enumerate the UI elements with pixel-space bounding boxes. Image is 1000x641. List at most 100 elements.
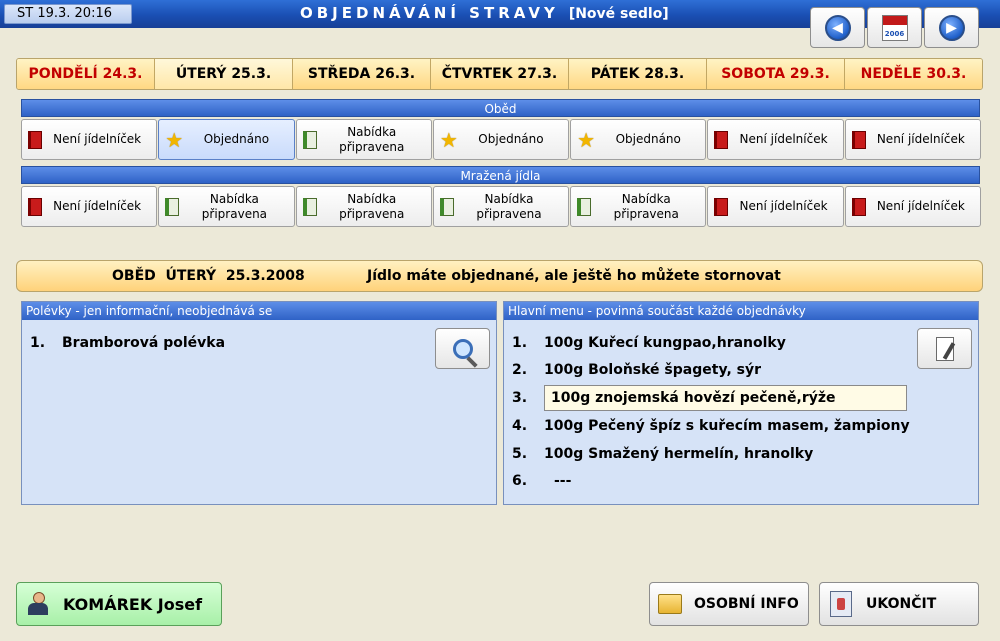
red-book-icon [28,197,42,216]
green-book-icon [302,130,317,149]
cell-label: Není jídelníček [53,199,142,213]
cell-label: Nabídka připravena [201,191,268,221]
list-item-selected[interactable]: 3. 100g znojemská hovězí pečeně,rýže [512,385,907,411]
cell-label: Není jídelníček [739,199,828,213]
banner-message: Jídlo máte objednané, ale ještě ho můžet… [367,268,781,284]
cell-label: Objednáno [615,132,681,146]
list-item[interactable]: 2. 100g Boloňské špagety, sýr [512,357,761,383]
personal-info-label: OSOBNÍ INFO [694,596,799,612]
location-subtitle: [Nové sedlo] [568,6,669,22]
document-pen-icon [935,336,954,361]
edit-order-button[interactable] [917,328,972,369]
day-tab[interactable]: ÚTERÝ 25.3. [155,59,293,89]
soups-panel: Polévky - jen informační, neobjednává se… [21,301,497,505]
star-icon: ★ [165,127,184,152]
cell-label: Nabídka připravena [613,191,679,221]
item-number: 5. [512,446,528,462]
exit-label: UKONČIT [866,596,937,612]
lunch-cell[interactable]: Nabídka připravena [295,119,432,160]
list-item[interactable]: 1. Bramborová polévka [30,330,225,356]
main-menu-panel: Hlavní menu - povinná součást každé obje… [503,301,979,505]
item-number: 3. [512,390,528,406]
soup-detail-button[interactable] [435,328,490,369]
frozen-cell[interactable]: Nabídka připravena [158,186,295,227]
lunch-cell[interactable]: Není jídelníček [707,119,844,160]
cell-label: Nabídka připravena [339,191,405,221]
item-text: 100g Kuřecí kungpao,hranolky [544,335,786,351]
day-tab[interactable]: STŘEDA 26.3. [293,59,431,89]
day-tab[interactable]: PONDĚLÍ 24.3. [17,59,155,89]
page-title: OBJEDNÁVÁNÍ STRAVY [Nové sedlo] [300,4,669,22]
item-number: 6. [512,473,528,489]
frozen-cell[interactable]: Není jídelníček [21,186,158,227]
item-number: 1. [30,335,46,351]
green-book-icon [165,197,180,216]
cell-label: Nabídka připravena [339,124,405,154]
next-week-button[interactable]: ▶ [924,7,979,48]
list-item[interactable]: 4. 100g Pečený špíz s kuřecím masem, žamp… [512,413,910,439]
list-item[interactable]: 5. 100g Smažený hermelín, hranolky [512,441,813,467]
exit-button[interactable]: UKONČIT [819,582,979,626]
lunch-section-header: Oběd [21,99,980,117]
list-item[interactable]: 1. 100g Kuřecí kungpao,hranolky [512,330,786,356]
red-book-icon [851,197,866,216]
frozen-cell[interactable]: Není jídelníček [844,186,981,227]
item-number: 2. [512,362,528,378]
cell-label: Objednáno [203,132,270,146]
user-button[interactable]: KOMÁREK Josef [16,582,222,626]
list-item[interactable]: 6. --- [512,468,571,494]
cell-label: Není jídelníček [739,132,828,146]
day-tabs: PONDĚLÍ 24.3. ÚTERÝ 25.3. STŘEDA 26.3. Č… [16,58,983,90]
item-text: 100g znojemská hovězí pečeně,rýže [544,385,907,411]
cell-label: Objednáno [478,132,544,146]
lunch-cell[interactable]: ★ Objednáno [158,119,295,160]
item-text: 100g Smažený hermelín, hranolky [544,446,814,462]
lunch-cell[interactable]: ★ Objednáno [570,119,707,160]
frozen-cell[interactable]: Nabídka připravena [432,186,570,227]
lunch-cell[interactable]: Není jídelníček [844,119,981,160]
red-book-icon [851,130,866,149]
lunch-row: Není jídelníček ★ Objednáno Nabídka připr… [21,119,981,160]
red-book-icon [714,197,729,216]
item-number: 1. [512,335,528,351]
day-tab[interactable]: PÁTEK 28.3. [569,59,707,89]
red-book-icon [714,130,729,149]
app-title: OBJEDNÁVÁNÍ STRAVY [300,4,559,22]
banner-date: OBĚD ÚTERÝ 25.3.2008 [112,268,305,284]
main-menu-panel-header: Hlavní menu - povinná součást každé obje… [504,302,978,320]
green-book-icon [439,197,454,216]
cell-label: Není jídelníček [876,199,965,213]
soups-panel-header: Polévky - jen informační, neobjednává se [22,302,496,320]
green-book-icon [577,197,592,216]
day-tab[interactable]: ČTVRTEK 27.3. [431,59,569,89]
item-text: --- [554,473,572,489]
frozen-cell[interactable]: Není jídelníček [707,186,844,227]
item-text: Bramborová polévka [62,335,226,351]
user-icon [27,592,49,616]
calendar-icon: 2006 [881,14,908,41]
previous-week-button[interactable]: ◀ [810,7,865,48]
item-number: 4. [512,418,528,434]
status-banner: OBĚD ÚTERÝ 25.3.2008 Jídlo máte objednan… [16,260,983,292]
frozen-cell[interactable]: Nabídka připravena [570,186,707,227]
lunch-cell[interactable]: Není jídelníček [21,119,158,160]
day-tab[interactable]: SOBOTA 29.3. [707,59,845,89]
frozen-cell[interactable]: Nabídka připravena [295,186,432,227]
frozen-row: Není jídelníček Nabídka připravena Nabíd… [21,186,981,227]
frozen-section-header: Mražená jídla [21,166,980,184]
clock: ST 19.3. 20:16 [4,4,132,24]
lunch-cell[interactable]: ★ Objednáno [432,119,570,160]
red-book-icon [28,130,42,149]
magnifier-icon [452,338,473,359]
day-tab[interactable]: NEDĚLE 30.3. [845,59,982,89]
user-name: KOMÁREK Josef [63,594,203,614]
green-book-icon [302,197,317,216]
item-text: 100g Pečený špíz s kuřecím masem, žampio… [544,418,910,434]
arrow-right-icon: ▶ [938,14,965,41]
personal-info-button[interactable]: OSOBNÍ INFO [649,582,809,626]
star-icon: ★ [439,127,458,152]
cell-label: Není jídelníček [53,132,142,146]
calendar-button[interactable]: 2006 [867,7,922,48]
arrow-left-icon: ◀ [824,14,851,41]
folder-icon [658,594,682,614]
